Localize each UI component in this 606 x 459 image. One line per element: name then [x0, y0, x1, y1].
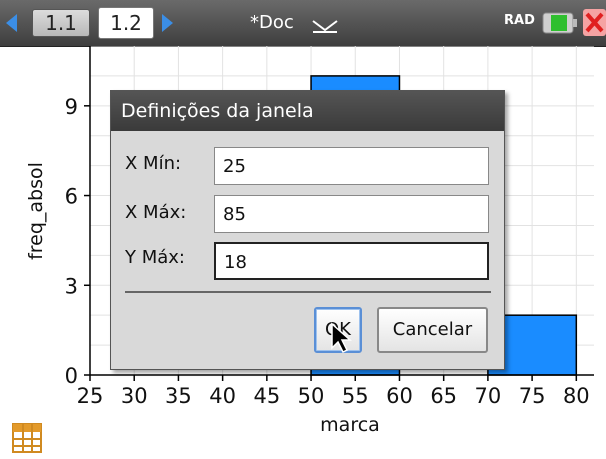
y-tick-label: 3 — [65, 274, 78, 298]
x-tick-label: 70 — [475, 384, 502, 408]
x-tick-label: 30 — [121, 384, 148, 408]
close-icon[interactable] — [583, 7, 606, 38]
x-tick-label: 25 — [77, 384, 104, 408]
x-tick-label: 40 — [209, 384, 236, 408]
xmin-input[interactable]: 25 — [214, 147, 489, 185]
window-settings-dialog: Definições da janela X Mín: 25 X Máx: 85… — [110, 90, 505, 370]
y-axis-title: freq_absol — [25, 162, 47, 260]
battery-icon — [542, 12, 577, 34]
document-menu-chevron-icon[interactable] — [312, 19, 338, 33]
x-tick-label: 45 — [253, 384, 280, 408]
ymax-input[interactable]: 18 — [214, 242, 489, 280]
dialog-title: Definições da janela — [111, 91, 504, 131]
tab-page-1-2[interactable]: 1.2 — [98, 7, 154, 39]
x-tick-label: 65 — [430, 384, 457, 408]
y-tick-label: 6 — [65, 185, 78, 209]
x-tick-label: 75 — [519, 384, 546, 408]
x-tick-label: 55 — [342, 384, 369, 408]
top-toolbar: 1.1 1.2 *Doc RAD — [0, 0, 606, 47]
previous-page-arrow-icon[interactable] — [6, 14, 17, 32]
next-page-arrow-icon[interactable] — [162, 14, 173, 32]
xmax-label: X Máx: — [125, 202, 187, 223]
dialog-separator — [125, 291, 491, 293]
list-icon[interactable] — [12, 423, 42, 453]
mouse-cursor-icon — [331, 322, 352, 354]
document-title[interactable]: *Doc — [250, 12, 294, 33]
x-tick-label: 80 — [563, 384, 590, 408]
x-tick-label: 60 — [386, 384, 413, 408]
y-tick-label: 9 — [65, 95, 78, 119]
xmin-label: X Mín: — [125, 153, 182, 174]
tab-page-1-1[interactable]: 1.1 — [32, 9, 90, 37]
x-tick-label: 35 — [165, 384, 192, 408]
angle-mode-indicator: RAD — [504, 13, 535, 28]
cancel-button[interactable]: Cancelar — [377, 307, 488, 353]
ymax-label: Y Máx: — [125, 247, 185, 268]
y-tick-label: 0 — [65, 364, 78, 388]
x-tick-label: 50 — [298, 384, 325, 408]
xmax-input[interactable]: 85 — [214, 195, 489, 233]
x-axis-title: marca — [320, 414, 380, 436]
